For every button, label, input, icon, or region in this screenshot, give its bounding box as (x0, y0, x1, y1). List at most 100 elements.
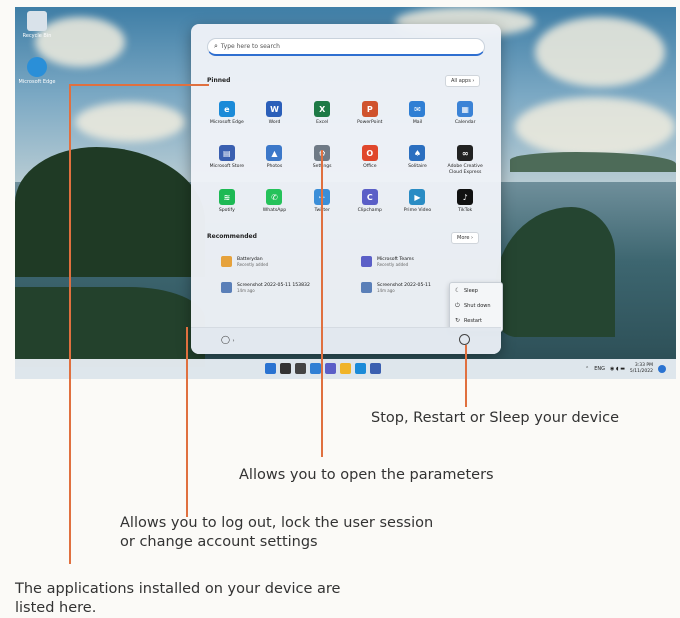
pinned-app[interactable]: P PowerPoint (346, 101, 394, 137)
search-icon[interactable] (280, 363, 291, 374)
teams-icon (361, 256, 372, 267)
pinned-app[interactable]: W Word (251, 101, 299, 137)
recommended-item-subtitle: Recently added (377, 261, 409, 267)
sleep-option[interactable]: ☾ Sleep (450, 283, 502, 298)
edge-icon: e (218, 101, 235, 117)
solitaire-icon: ♠ (409, 145, 426, 161)
wallpaper-shore (15, 287, 205, 367)
pinned-app[interactable]: ♠ Solitaire (394, 145, 442, 181)
user-account-button[interactable]: ◯ › (221, 335, 235, 344)
desktop-screenshot: Recycle Bin Microsoft Edge ⌕ Type here t… (15, 7, 676, 379)
search-icon: ⌕ (214, 42, 218, 50)
taskbar-icons (265, 363, 381, 374)
recommended-item[interactable]: Screenshot 2022-05-11 14m ago (361, 282, 431, 293)
clock[interactable]: 3:33 PM 5/11/2022 (630, 363, 653, 374)
network-volume-battery-icons[interactable]: ◉ ◖ ▬ (610, 366, 625, 372)
word-icon: W (266, 101, 283, 117)
search-input[interactable]: ⌕ Type here to search (207, 38, 485, 56)
recommended-item[interactable]: Microsoft Teams Recently added (361, 256, 414, 267)
recommended-item[interactable]: Screenshot 2022-05-11 153832 14m ago (221, 282, 310, 293)
start-icon[interactable] (265, 363, 276, 374)
chevron-up-icon[interactable]: ⌃ (585, 366, 589, 372)
store-icon: ▤ (218, 145, 235, 161)
office-icon: O (361, 145, 378, 161)
pinned-app[interactable]: ∞ Adobe Creative Cloud Express (441, 145, 489, 181)
callout-account-line: or change account settings (120, 534, 318, 550)
recommended-item-subtitle: Recently added (237, 261, 269, 267)
clock-date: 5/11/2022 (629, 368, 653, 374)
pinned-app[interactable]: ▤ Microsoft Store (203, 145, 251, 181)
edge-icon[interactable] (355, 363, 366, 374)
pinned-app-label: Calendar (454, 120, 476, 125)
cloud (515, 97, 675, 157)
prime-video-icon: ▶ (409, 189, 426, 205)
callout-power-text: Stop, Restart or Sleep your device (371, 410, 620, 426)
start-menu-footer: ◯ › (191, 327, 501, 354)
pinned-app-label: Adobe Creative Cloud Express (447, 164, 483, 175)
desktop-icon-recycle-bin[interactable]: Recycle Bin (17, 11, 57, 39)
tiktok-icon: ♪ (457, 189, 474, 205)
pinned-app-label: Mail (412, 120, 423, 125)
more-button[interactable]: More › (451, 232, 479, 244)
pinned-app[interactable]: O Office (346, 145, 394, 181)
shut-down-option[interactable]: ⏻ Shut down (450, 298, 502, 313)
pinned-app[interactable]: ♪ TikTok (441, 189, 489, 225)
system-tray: ⌃ ENG ◉ ◖ ▬ 3:33 PM 5/11/2022 (585, 363, 666, 374)
pinned-app[interactable]: ▦ Calendar (441, 101, 489, 137)
callout-line-account (186, 327, 188, 517)
taskbar: ⌃ ENG ◉ ◖ ▬ 3:33 PM 5/11/2022 (15, 359, 676, 379)
recommended-item[interactable]: Batterydan Recently added (221, 256, 268, 267)
pinned-app[interactable]: ✆ WhatsApp (251, 189, 299, 225)
shut-down-label: Shut down (464, 302, 491, 309)
language-indicator[interactable]: ENG (594, 366, 605, 372)
recommended-item-title: Screenshot 2022-05-11 153832 (237, 282, 310, 288)
all-apps-button[interactable]: All apps › (445, 75, 481, 87)
pinned-app-label: Office (363, 164, 377, 169)
store-icon[interactable] (370, 363, 381, 374)
file-explorer-icon[interactable] (340, 363, 351, 374)
start-menu: ⌕ Type here to search Pinned All apps › … (191, 24, 503, 354)
app-icon (221, 256, 232, 267)
recycle-bin-icon (27, 11, 47, 31)
restart-label: Restart (464, 317, 482, 324)
cloud (75, 102, 185, 142)
pinned-app-label: Excel (316, 120, 329, 125)
widgets-icon[interactable] (310, 363, 321, 374)
calendar-icon: ▦ (457, 101, 474, 117)
clipchamp-icon: C (361, 189, 378, 205)
recommended-item-subtitle: 14m ago (377, 287, 395, 293)
power-menu: ☾ Sleep ⏻ Shut down ↻ Restart (449, 282, 503, 332)
pinned-app-label: TikTok (458, 208, 473, 213)
photos-icon: ▲ (266, 145, 283, 161)
chat-icon[interactable] (325, 363, 336, 374)
notification-icon[interactable] (658, 364, 666, 373)
adobe-icon: ∞ (457, 145, 474, 161)
pinned-app-label: Spotify (218, 208, 235, 213)
pinned-app[interactable]: ▲ Photos (251, 145, 299, 181)
pinned-app[interactable]: ▶ Prime Video (394, 189, 442, 225)
pinned-app[interactable]: ✉ Mail (394, 101, 442, 137)
callout-apps-text: The applications installed on your devic… (15, 580, 340, 618)
pinned-app-label: Microsoft Store (209, 164, 245, 169)
task-view-icon[interactable] (295, 363, 306, 374)
callout-line-power (465, 345, 467, 407)
pinned-app[interactable]: C Clipchamp (346, 189, 394, 225)
sleep-icon: ☾ (455, 287, 461, 294)
power-button[interactable] (459, 334, 470, 345)
desktop-icon-edge[interactable]: Microsoft Edge (17, 57, 57, 85)
edge-icon (27, 57, 47, 77)
chevron-right-icon: › (232, 338, 235, 344)
desktop-icon-label: Recycle Bin (22, 33, 52, 39)
callout-line-apps-horizontal (69, 84, 209, 86)
pinned-app[interactable]: e Microsoft Edge (203, 101, 251, 137)
pinned-app-label: Solitaire (408, 164, 427, 169)
pinned-app[interactable]: ≋ Spotify (203, 189, 251, 225)
pinned-app-label: Microsoft Edge (209, 120, 244, 125)
pinned-app-label: Word (268, 120, 281, 125)
recommended-item-title: Screenshot 2022-05-11 (377, 282, 431, 288)
restart-option[interactable]: ↻ Restart (450, 313, 502, 328)
callout-apps-line: listed here. (15, 600, 97, 616)
callout-line-settings (321, 150, 323, 457)
pinned-app[interactable]: X Excel (298, 101, 346, 137)
recommended-title: Recommended (207, 233, 257, 240)
